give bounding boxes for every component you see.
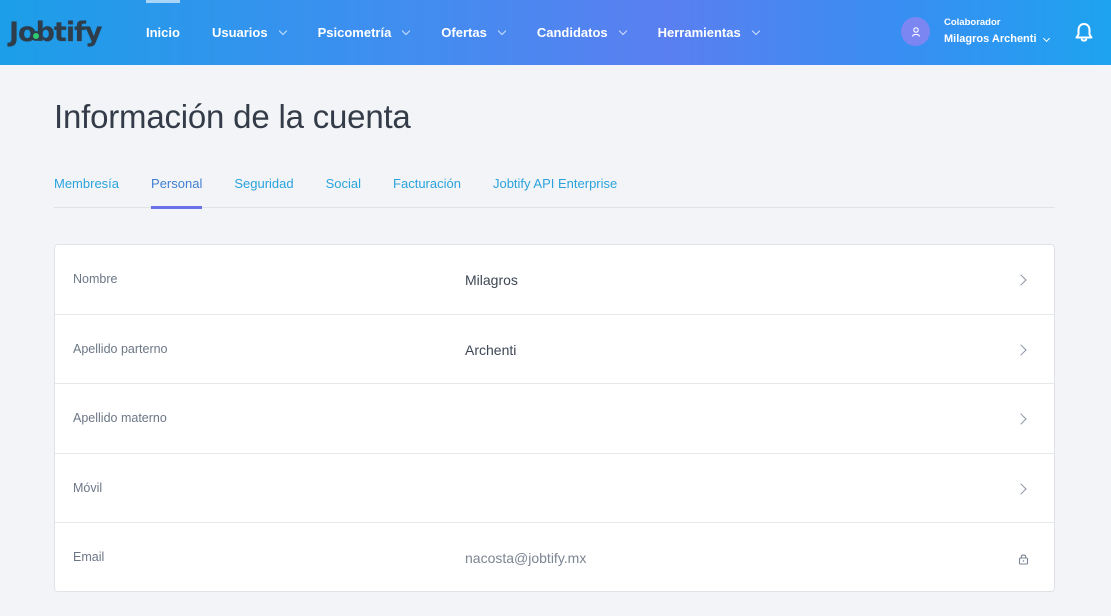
nav-item-label: Inicio [146, 25, 180, 40]
tab-facturacion[interactable]: Facturación [393, 172, 461, 208]
tab-membresia[interactable]: Membresía [54, 172, 119, 208]
field-value: Archenti [465, 341, 517, 358]
nav-item-herramientas[interactable]: Herramientas [657, 0, 760, 65]
nav-item-usuarios[interactable]: Usuarios [211, 0, 287, 65]
chevron-down-icon [278, 26, 287, 35]
chevron-down-icon [751, 26, 760, 35]
nav-item-label: Herramientas [657, 25, 741, 40]
account-tabs: Membresía Personal Seguridad Social Fact… [54, 172, 1055, 209]
field-value: Milagros [465, 272, 518, 288]
chevron-right-icon[interactable] [1015, 483, 1027, 495]
chevron-down-icon [497, 26, 507, 35]
notifications-button[interactable] [1074, 22, 1094, 44]
nav-item-inicio[interactable]: Inicio [146, 0, 180, 65]
personal-info-card: Nombre Milagros Apellido parterno Archen… [54, 244, 1055, 592]
chevron-right-icon[interactable] [1015, 274, 1027, 286]
user-info: Colaborador Milagros Archenti [944, 17, 1050, 46]
tab-seguridad[interactable]: Seguridad [234, 172, 293, 208]
field-row-nombre[interactable]: Nombre Milagros [55, 245, 1054, 315]
chevron-down-icon [402, 26, 411, 35]
nav-item-psicometria[interactable]: Psicometría [317, 0, 411, 65]
user-name-row: Milagros Archenti [944, 33, 1050, 46]
chevron-right-icon[interactable] [1015, 413, 1027, 425]
user-name: Milagros Archenti [944, 33, 1037, 45]
main-nav: Inicio Usuarios Psicometría Ofertas Cand… [146, 0, 791, 65]
field-label: Email [73, 550, 105, 565]
logo-text: Jobtify [9, 16, 102, 48]
chevron-right-icon[interactable] [1015, 343, 1027, 356]
nav-item-label: Candidatos [536, 25, 608, 40]
avatar[interactable] [901, 17, 930, 46]
field-row-apellido-paterno[interactable]: Apellido parterno Archenti [55, 315, 1054, 385]
field-row-apellido-materno[interactable]: Apellido materno [55, 384, 1054, 454]
field-value: nacosta@jobtify.mx [465, 550, 587, 567]
logo-mark-icon [31, 31, 41, 41]
page-title: Información de la cuenta [54, 98, 411, 135]
user-role: Colaborador [944, 17, 1001, 28]
bell-icon [1075, 23, 1093, 42]
nav-item-label: Usuarios [211, 25, 268, 40]
nav-item-candidatos[interactable]: Candidatos [536, 0, 627, 65]
lock-icon [1018, 554, 1029, 565]
chevron-down-icon [618, 26, 627, 35]
chevron-down-icon [1042, 34, 1050, 42]
nav-item-ofertas[interactable]: Ofertas [441, 0, 507, 65]
user-menu[interactable]: Colaborador Milagros Archenti [901, 17, 1050, 46]
tab-social[interactable]: Social [326, 172, 361, 208]
field-label: Apellido parterno [73, 341, 168, 356]
tab-api-enterprise[interactable]: Jobtify API Enterprise [493, 172, 617, 208]
field-row-email: Email nacosta@jobtify.mx [55, 523, 1054, 593]
nav-item-label: Psicometría [317, 25, 392, 40]
field-label: Apellido materno [73, 411, 167, 426]
nav-item-label: Ofertas [441, 25, 487, 40]
field-label: Nombre [73, 272, 118, 286]
jobtify-logo[interactable]: Jobtify [9, 14, 102, 50]
top-navbar: Jobtify Inicio Usuarios Psicometría Ofer… [0, 0, 1111, 65]
tab-personal[interactable]: Personal [151, 172, 203, 209]
user-icon [911, 26, 920, 37]
field-label: Móvil [73, 480, 103, 495]
field-row-movil[interactable]: Móvil [55, 454, 1054, 524]
